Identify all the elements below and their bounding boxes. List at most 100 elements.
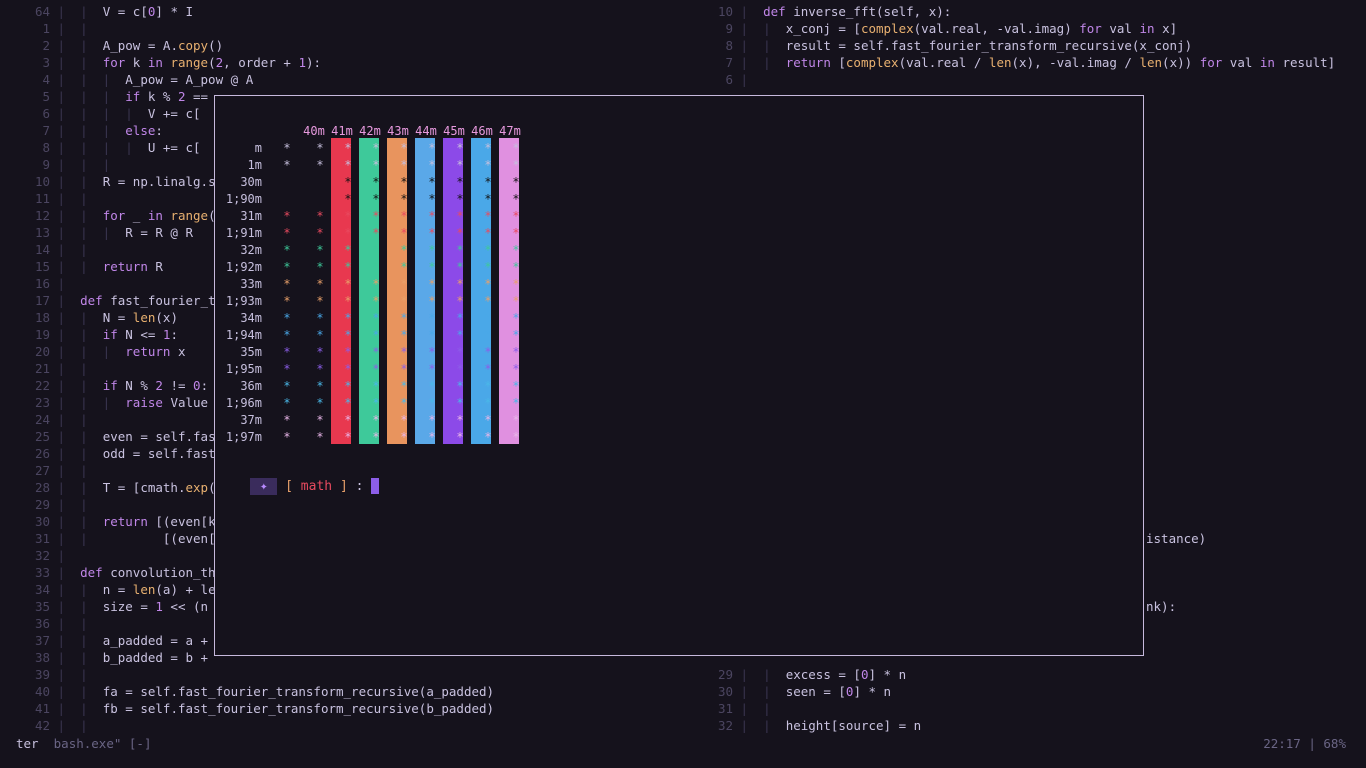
indent-guide: | | [50,667,103,682]
code-line[interactable]: 26 | | odd = self.fast [0,445,216,462]
code-line[interactable]: 1 | | [0,20,103,37]
code-line[interactable]: 10 | def inverse_fft(self, x): [683,3,951,20]
code-line[interactable]: 40 | | fa = self.fast_fourier_transform_… [0,683,494,700]
code-line[interactable]: 13 | | | R = R @ R [0,224,193,241]
color-sample: * [484,141,492,155]
status-window-name[interactable]: bash.exe" [-] [54,736,152,751]
color-sample: * [512,277,520,291]
color-sample: * [428,430,436,444]
code-line[interactable]: 2 | | A_pow = A.copy() [0,37,223,54]
color-sample: * [400,226,408,240]
code-line[interactable]: 6 | [683,71,763,88]
color-sample: * [400,311,408,325]
color-sample: * [400,345,408,359]
color-sample: * [456,362,464,376]
color-sample: * [316,413,324,427]
code-line[interactable]: 3 | | for k in range(2, order + 1): [0,54,321,71]
code-line[interactable]: 16 | [0,275,80,292]
color-sample: * [428,311,436,325]
color-sample: * [456,141,464,155]
color-sample: * [372,328,380,342]
color-sample: * [316,158,324,172]
code-line[interactable]: 17 | def fast_fourier_tr [0,292,223,309]
code-line[interactable]: 23 | | | raise Value [0,394,208,411]
code-line[interactable]: 27 | | [0,462,103,479]
code-line[interactable]: 28 | | T = [cmath.exp( [0,479,216,496]
color-sample: * [372,413,380,427]
status-left: ter bash.exe" [-] [16,736,151,752]
line-number: 8 [42,140,50,155]
code-line[interactable]: 34 | | n = len(a) + le [0,581,216,598]
line-number: 40 [34,684,50,699]
line-number: 26 [34,446,50,461]
code-text: fb = self.fast_fourier_transform_recursi… [102,701,495,716]
indent-guide: | | [50,242,103,257]
color-sample: * [484,413,492,427]
code-line[interactable]: 5 | | | if k % 2 == [0,88,208,105]
line-number: 25 [34,429,50,444]
color-sample: * [512,260,520,274]
code-line[interactable]: 30 | | return [(even[k [0,513,216,530]
code-line[interactable]: 36 | | [0,615,103,632]
code-line[interactable]: 7 | | | else: [0,122,162,139]
color-sample: * [372,243,380,257]
code-line[interactable]: 42 | | [0,717,103,734]
color-sample: * [372,141,380,155]
row-label: 1;97m [225,430,262,444]
shell-prompt[interactable]: ✦ [ math ] : [219,461,380,495]
terminal-popup[interactable]: 40m 41m 42m 43m 44m 45m 46m 47m m * * * * * * * * * 1m * * * *… [214,95,1144,656]
color-sample: * [456,413,464,427]
text-cursor[interactable] [371,478,380,494]
code-line[interactable]: 9 | | | [0,156,125,173]
code-text: if k % 2 == [125,89,209,104]
code-line[interactable]: 14 | | [0,241,103,258]
status-active-window[interactable]: ter [16,736,39,751]
code-line[interactable]: 10 | | R = np.linalg.s [0,173,216,190]
code-line[interactable]: 19 | | if N <= 1: [0,326,178,343]
code-line[interactable]: 41 | | fb = self.fast_fourier_transform_… [0,700,494,717]
code-line-fragment: nk): [1146,599,1177,614]
code-line[interactable]: 29 | | excess = [0] * n [683,666,906,683]
code-line[interactable]: 6 | | | | V += c[ [0,105,200,122]
color-sample: * [456,379,464,393]
code-line[interactable]: 7 | | return [complex(val.real / len(x),… [683,54,1335,71]
code-text: n = len(a) + le [102,582,216,597]
code-line[interactable]: 22 | | if N % 2 != 0: [0,377,208,394]
code-line[interactable]: 31 | | [683,700,786,717]
color-sample: * [456,192,464,206]
code-line[interactable]: 11 | | [0,190,103,207]
indent-guide: | [733,72,764,87]
code-line[interactable]: 24 | | [0,411,103,428]
color-sample: * [428,362,436,376]
color-sample: * [316,396,324,410]
code-line[interactable]: 15 | | return R [0,258,163,275]
code-line[interactable]: 8 | | result = self.fast_fourier_transfo… [683,37,1192,54]
code-line[interactable]: 25 | | even = self.fas [0,428,216,445]
color-sample: * [512,430,520,444]
line-number: 1 [42,21,50,36]
code-line[interactable]: 38 | | b_padded = b + [0,649,208,666]
code-line[interactable]: 12 | | for _ in range( [0,207,216,224]
code-line[interactable]: 9 | | x_conj = [complex(val.real, -val.i… [683,20,1177,37]
code-text: def fast_fourier_tr [80,293,224,308]
code-line[interactable]: 20 | | | return x [0,343,186,360]
column-header: 40m [303,124,325,138]
code-line[interactable]: 18 | | N = len(x) [0,309,178,326]
indent-guide: | | [50,21,103,36]
code-line[interactable]: 31 | | [(even[k [0,530,223,547]
code-line[interactable]: 35 | | size = 1 << (n [0,598,208,615]
code-line[interactable]: 32 | [0,547,80,564]
code-line[interactable]: 39 | | [0,666,103,683]
code-line[interactable]: 33 | def convolution_the [0,564,223,581]
code-line[interactable]: 30 | | seen = [0] * n [683,683,891,700]
code-line[interactable]: 32 | | height[source] = n [683,717,921,734]
code-line[interactable]: 29 | | [0,496,103,513]
code-line[interactable]: 8 | | | | U += c[ [0,139,200,156]
code-line[interactable]: 4 | | | A_pow = A_pow @ A [0,71,253,88]
code-line[interactable]: 21 | | [0,360,103,377]
color-sample: * [344,396,352,410]
code-line[interactable]: 64 | | V = c[0] * I [0,3,193,20]
code-line[interactable]: 37 | | a_padded = a + [0,632,208,649]
color-sample: * [283,413,291,427]
code-text: [(even[k [102,531,223,546]
